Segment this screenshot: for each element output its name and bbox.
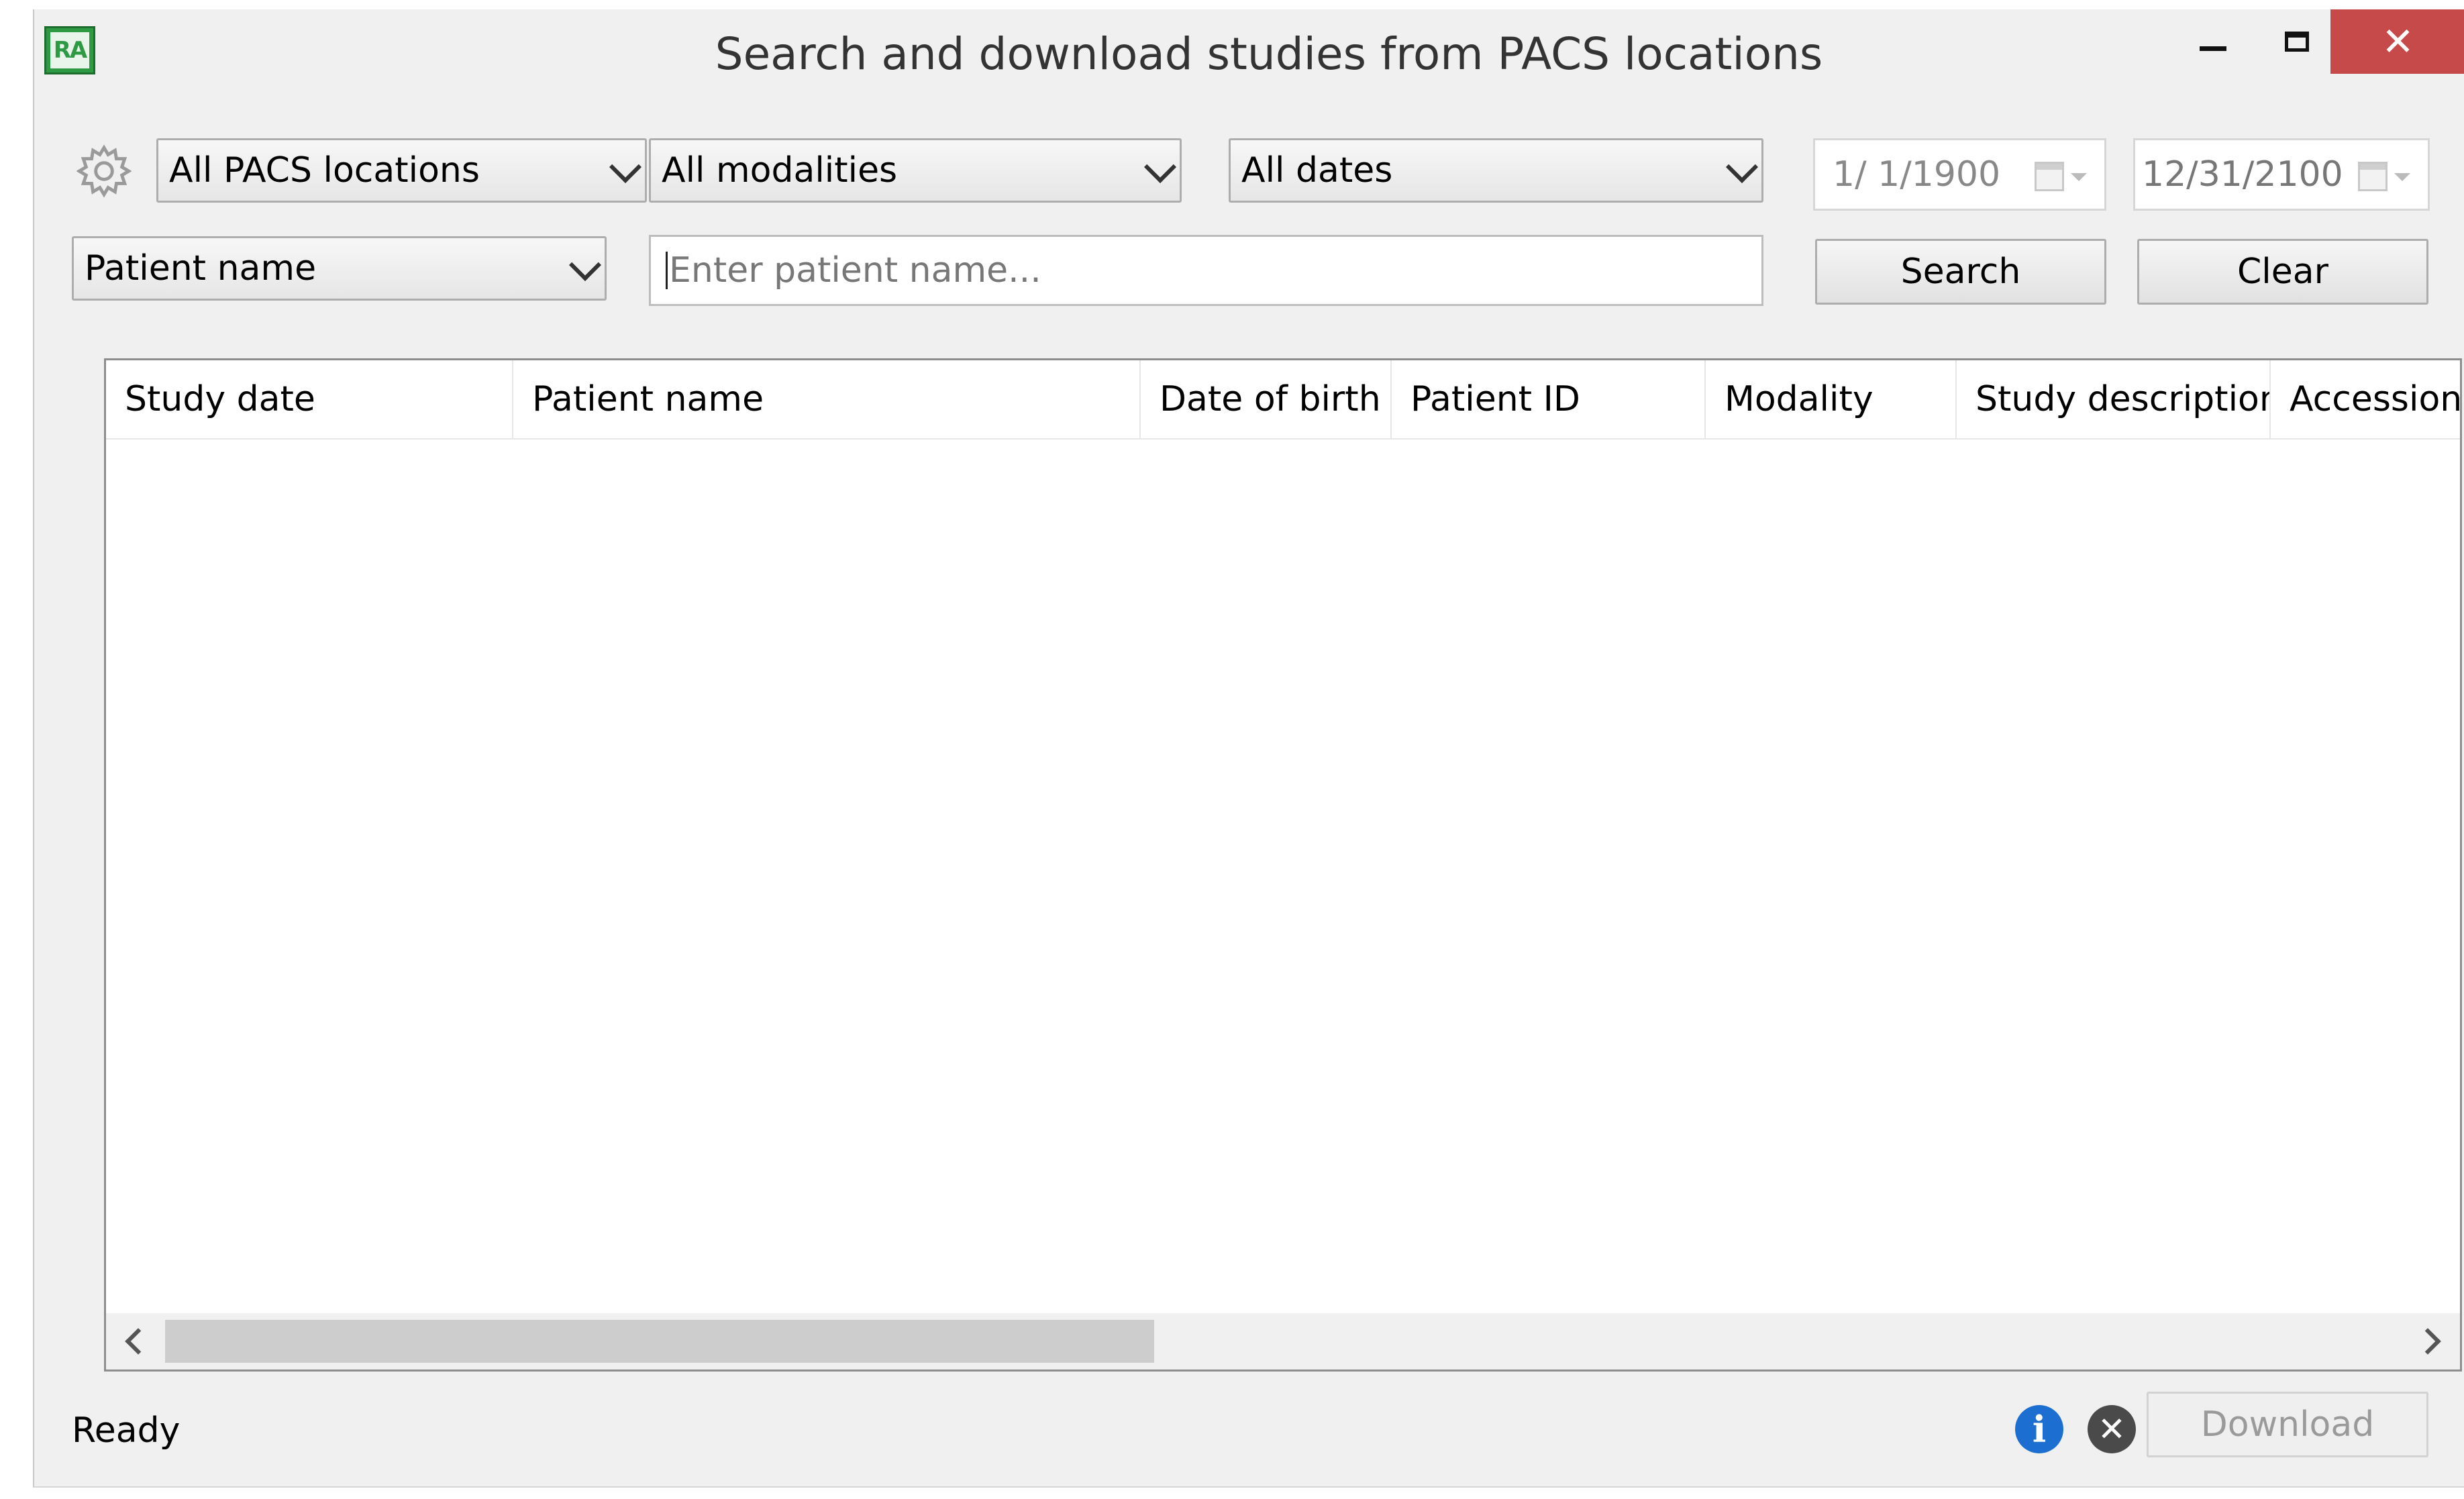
horizontal-scrollbar[interactable] xyxy=(106,1313,2460,1369)
minimize-button[interactable] xyxy=(2171,9,2255,74)
column-header-patient-name[interactable]: Patient name xyxy=(513,360,1141,438)
results-table[interactable]: Study date Patient name Date of birth Pa… xyxy=(104,358,2462,1372)
pacs-search-window: RA Search and download studies from PACS… xyxy=(33,9,2464,1488)
column-header-study-description[interactable]: Study description xyxy=(1957,360,2271,438)
maximize-icon xyxy=(2285,32,2309,52)
date-from-picker[interactable]: 1/ 1/1900 xyxy=(1813,138,2106,211)
close-icon: ✕ xyxy=(2381,19,2414,64)
dropdown-arrow-icon[interactable] xyxy=(2394,173,2410,181)
column-header-modality[interactable]: Modality xyxy=(1706,360,1957,438)
column-header-accession[interactable]: Accession r xyxy=(2271,360,2460,438)
column-header-patient-id[interactable]: Patient ID xyxy=(1392,360,1706,438)
info-icon[interactable]: i xyxy=(2015,1405,2063,1453)
column-header-date-of-birth[interactable]: Date of birth xyxy=(1141,360,1392,438)
date-from-value: 1/ 1/1900 xyxy=(1833,154,2001,195)
search-button[interactable]: Search xyxy=(1815,239,2106,305)
close-button[interactable]: ✕ xyxy=(2330,9,2464,74)
settings-gear-icon[interactable] xyxy=(76,144,132,199)
chevron-down-icon[interactable] xyxy=(568,248,602,282)
title-bar[interactable]: RA Search and download studies from PACS… xyxy=(34,9,2464,103)
desktop-background xyxy=(0,0,13,1499)
scroll-left-icon[interactable] xyxy=(125,1328,152,1355)
chevron-down-icon xyxy=(1725,150,1759,184)
calendar-icon[interactable] xyxy=(2035,162,2064,191)
window-title: Search and download studies from PACS lo… xyxy=(715,28,1823,80)
patient-name-input[interactable]: Enter patient name... xyxy=(649,235,1763,306)
scrollbar-thumb[interactable] xyxy=(165,1320,1154,1363)
date-range-dropdown-value: All dates xyxy=(1241,150,1393,191)
dropdown-arrow-icon[interactable] xyxy=(2071,173,2087,181)
scroll-right-icon[interactable] xyxy=(2414,1328,2441,1355)
location-dropdown-value: All PACS locations xyxy=(169,150,480,191)
chevron-down-icon xyxy=(1143,150,1177,184)
search-field-dropdown[interactable]: Patient name xyxy=(72,236,607,301)
download-button[interactable]: Download xyxy=(2147,1392,2428,1457)
maximize-button[interactable] xyxy=(2255,9,2339,74)
table-header: Study date Patient name Date of birth Pa… xyxy=(106,360,2460,440)
chevron-down-icon xyxy=(609,150,642,184)
calendar-icon[interactable] xyxy=(2358,162,2388,191)
clear-button[interactable]: Clear xyxy=(2137,239,2428,305)
patient-name-placeholder: Enter patient name... xyxy=(669,250,1041,291)
status-text: Ready xyxy=(72,1410,181,1451)
minimize-icon xyxy=(2200,46,2226,51)
column-header-study-date[interactable]: Study date xyxy=(106,360,513,438)
modality-dropdown-value: All modalities xyxy=(662,150,898,191)
cancel-icon[interactable]: ✕ xyxy=(2088,1405,2136,1453)
location-dropdown[interactable]: All PACS locations xyxy=(156,138,647,203)
date-to-value: 12/31/2100 xyxy=(2142,154,2343,195)
text-cursor xyxy=(666,252,668,289)
search-field-dropdown-value: Patient name xyxy=(85,248,317,289)
modality-dropdown[interactable]: All modalities xyxy=(649,138,1182,203)
date-range-dropdown[interactable]: All dates xyxy=(1229,138,1763,203)
date-to-picker[interactable]: 12/31/2100 xyxy=(2133,138,2430,211)
